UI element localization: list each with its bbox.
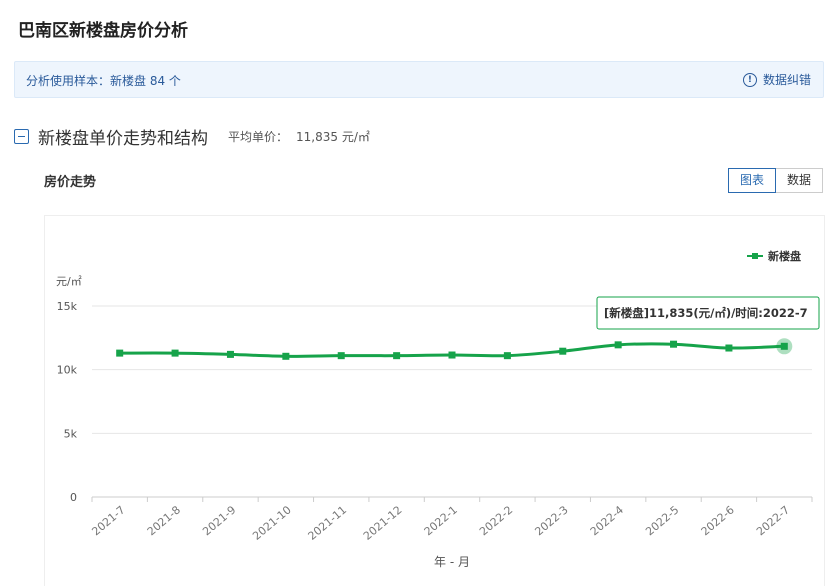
- y-tick-label: 15k: [57, 300, 78, 313]
- data-point: [282, 352, 290, 360]
- x-tick-label: 2022-7: [754, 503, 792, 538]
- data-point: [725, 344, 733, 352]
- x-tick-label: 2022-4: [588, 503, 626, 538]
- data-point: [393, 352, 401, 360]
- data-point: [503, 352, 511, 360]
- y-tick-label: 10k: [57, 364, 78, 377]
- data-point: [448, 351, 456, 359]
- data-point: [780, 342, 788, 350]
- y-tick-label: 0: [70, 491, 77, 504]
- data-point: [226, 350, 234, 358]
- data-point: [559, 347, 567, 355]
- data-point: [337, 352, 345, 360]
- data-point: [614, 341, 622, 349]
- x-tick-label: 2021-7: [89, 503, 127, 538]
- y-tick-label: 5k: [64, 427, 78, 440]
- x-tick-label: 2021-11: [306, 503, 350, 543]
- x-axis-label: 年 - 月: [434, 555, 470, 569]
- tooltip-text: [新楼盘]11,835(元/㎡)/时间:2022-7: [604, 306, 808, 320]
- x-tick-label: 2022-1: [422, 503, 460, 538]
- data-point: [171, 349, 179, 357]
- data-point: [670, 340, 678, 348]
- price-trend-chart: 0 5k 10k 15k 元/㎡ 2021-7 2021-8 2021-9 2021-10 202…: [56, 249, 820, 569]
- x-tick-label: 2022-5: [643, 503, 681, 538]
- x-tick-label: 2021-12: [361, 503, 405, 543]
- x-tick-label: 2022-3: [532, 503, 570, 538]
- x-tick-label: 2021-9: [200, 503, 238, 538]
- x-tick-label: 2022-2: [477, 503, 515, 538]
- x-tick-label: 2021-10: [250, 503, 294, 543]
- data-point: [116, 349, 124, 357]
- legend-marker: [752, 253, 758, 259]
- legend-label: 新楼盘: [768, 249, 801, 263]
- x-tick-label: 2022-6: [699, 503, 737, 538]
- y-axis-label: 元/㎡: [56, 275, 82, 288]
- x-tick-label: 2021-8: [145, 503, 183, 538]
